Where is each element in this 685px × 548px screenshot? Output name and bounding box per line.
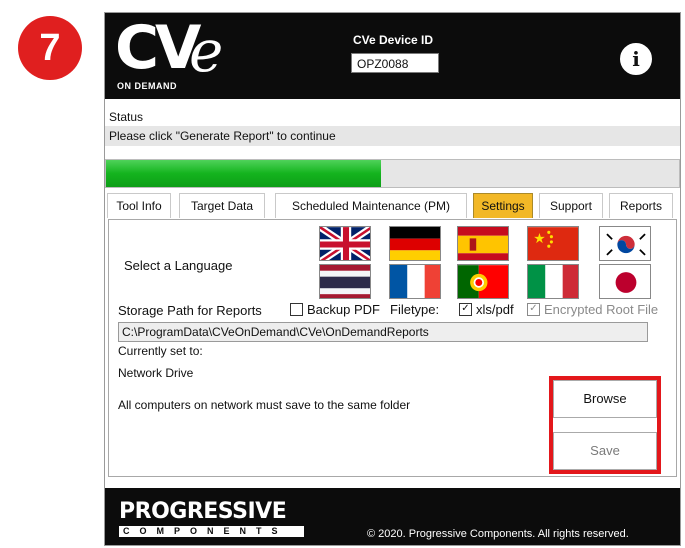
logo-text: CV	[115, 13, 201, 83]
tab-bar: Tool Info Target Data Scheduled Maintena…	[105, 193, 680, 219]
filetype-label: Filetype:	[390, 302, 440, 317]
device-id-label: CVe Device ID	[353, 33, 434, 47]
tab-settings[interactable]: Settings	[473, 193, 533, 218]
progress-fill	[106, 160, 382, 187]
app-header: CV e ON DEMAND CVe Device ID OPZ0088 i	[105, 13, 680, 99]
flag-italy-icon[interactable]	[527, 264, 579, 299]
xls-pdf-label: xls/pdf	[476, 302, 514, 317]
flag-japan-icon[interactable]	[599, 264, 651, 299]
browse-button[interactable]: Browse	[553, 380, 657, 418]
flag-korea-icon[interactable]	[599, 226, 651, 261]
flag-germany-icon[interactable]	[389, 226, 441, 261]
copyright-text: © 2020. Progressive Components. All righ…	[367, 528, 629, 540]
checkbox-box[interactable]	[290, 303, 303, 316]
storage-path-field[interactable]: C:\ProgramData\CVeOnDemand\CVe\OnDemandR…	[118, 322, 648, 342]
device-id-field[interactable]: OPZ0088	[351, 53, 439, 73]
xls-pdf-checkbox[interactable]: ✓ xls/pdf	[459, 302, 514, 317]
app-window: CV e ON DEMAND CVe Device ID OPZ0088 i S…	[104, 12, 681, 546]
tab-scheduled-maintenance[interactable]: Scheduled Maintenance (PM)	[275, 193, 467, 218]
network-drive-label: Network Drive	[118, 366, 194, 380]
flag-portugal-icon[interactable]	[457, 264, 509, 299]
storage-path-label: Storage Path for Reports	[118, 303, 262, 318]
flag-thailand-icon[interactable]	[319, 264, 371, 299]
encrypted-root-file-label: Encrypted Root File	[544, 302, 659, 317]
flag-spain-icon[interactable]	[457, 226, 509, 261]
encrypted-root-file-checkbox: ✓ Encrypted Root File	[527, 302, 658, 317]
status-text: Please click "Generate Report" to contin…	[105, 126, 680, 146]
app-footer: PROGRESSIVE COMPONENTS © 2020. Progressi…	[105, 488, 680, 545]
network-note: All computers on network must save to th…	[118, 398, 411, 412]
cve-logo: CV e ON DEMAND	[115, 13, 245, 95]
logo-subtitle: ON DEMAND	[117, 81, 177, 91]
progressive-logo-sub: COMPONENTS	[119, 526, 304, 537]
checkbox-checked-icon[interactable]: ✓	[459, 303, 472, 316]
tab-reports[interactable]: Reports	[609, 193, 673, 218]
logo-e: e	[189, 17, 224, 85]
step-number-badge: 7	[18, 16, 82, 80]
svg-text:★: ★	[533, 231, 545, 247]
currently-set-label: Currently set to:	[118, 344, 203, 358]
flag-uk-icon[interactable]	[319, 226, 371, 261]
flag-china-icon[interactable]: ★	[527, 226, 579, 261]
backup-pdf-label: Backup PDF	[307, 302, 380, 317]
tab-support[interactable]: Support	[539, 193, 603, 218]
status-label: Status	[109, 110, 144, 124]
language-label: Select a Language	[124, 258, 233, 273]
flag-france-icon[interactable]	[389, 264, 441, 299]
progressive-logo: PROGRESSIVE	[119, 499, 287, 524]
save-button[interactable]: Save	[553, 432, 657, 470]
info-icon[interactable]: i	[620, 43, 652, 75]
checkbox-checked-icon: ✓	[527, 303, 540, 316]
backup-pdf-checkbox[interactable]: Backup PDF	[290, 302, 380, 317]
tab-tool-info[interactable]: Tool Info	[107, 193, 171, 218]
progress-bar	[105, 159, 680, 188]
filetype-label-wrap: Filetype:	[390, 302, 439, 317]
settings-panel: Select a Language ★ Storage Path for Rep…	[108, 219, 677, 477]
tab-target-data[interactable]: Target Data	[179, 193, 265, 218]
